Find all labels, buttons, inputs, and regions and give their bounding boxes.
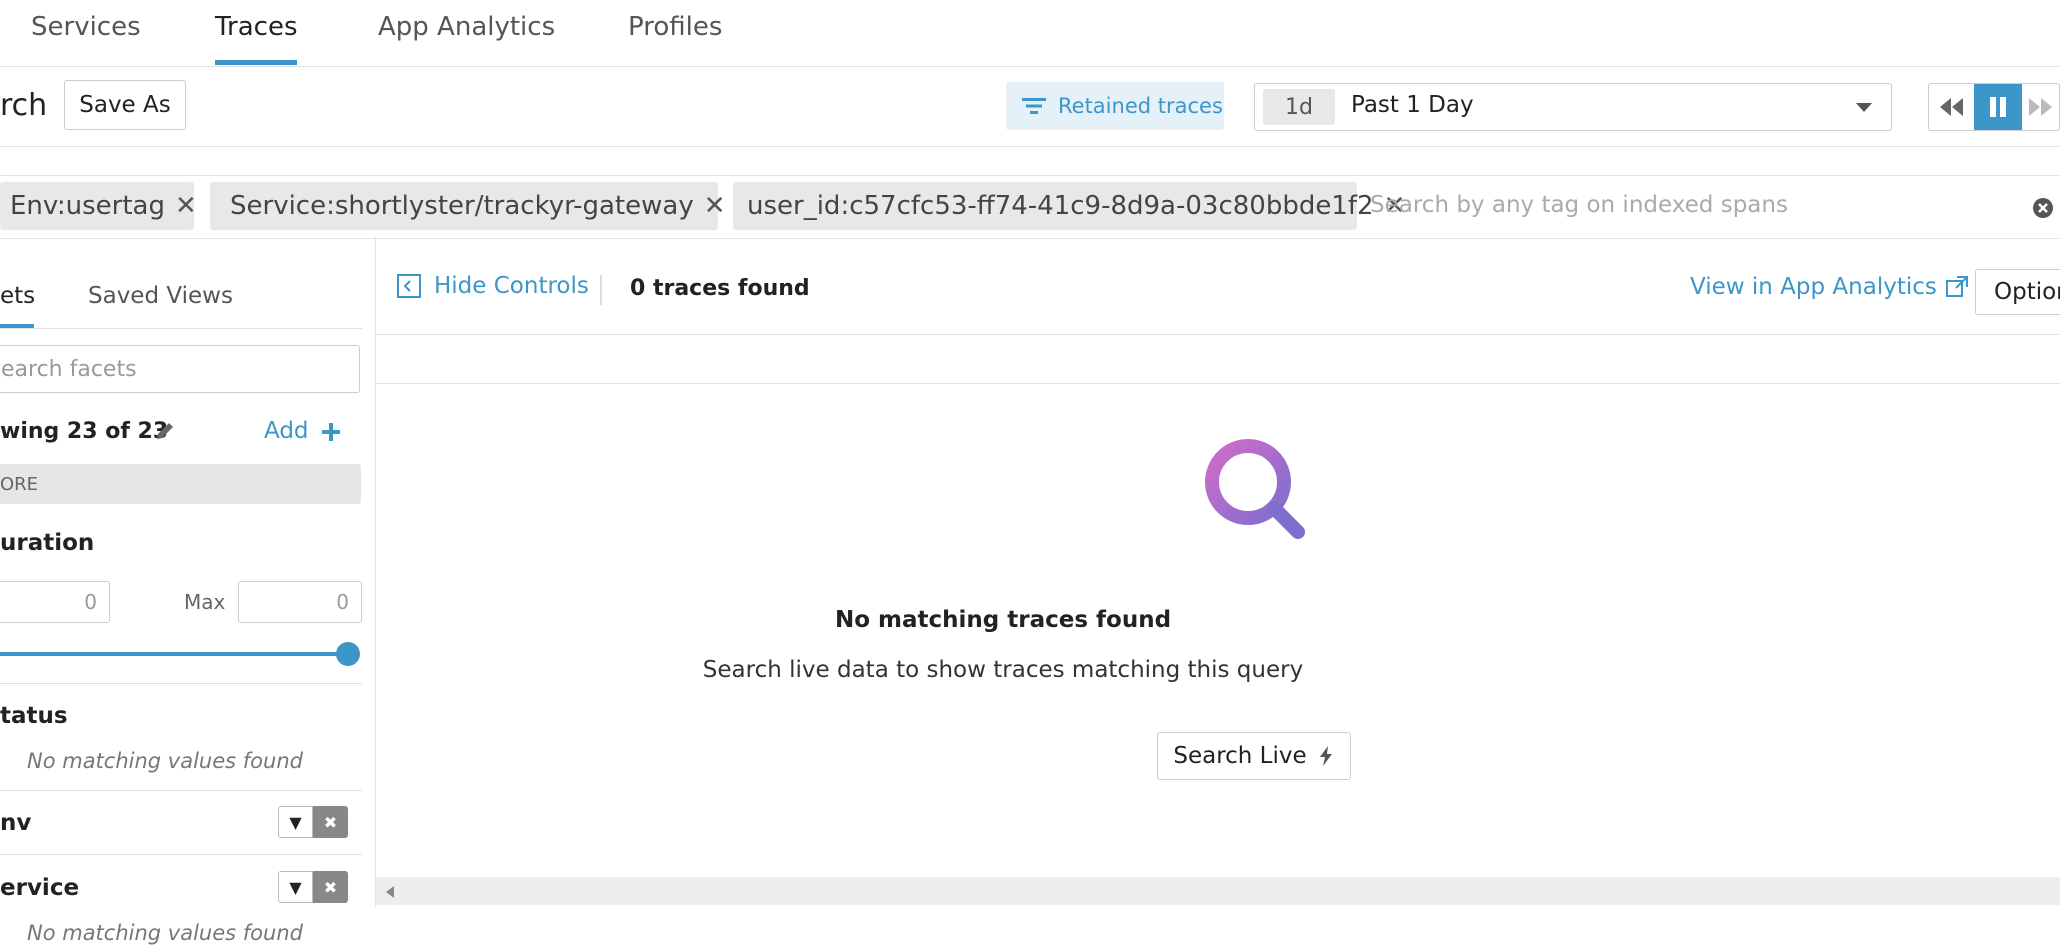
env-facet-actions: ▼ ✖	[278, 806, 348, 838]
view-in-app-analytics-label: View in App Analytics	[1690, 274, 1937, 300]
hide-controls-button[interactable]: Hide Controls	[396, 273, 589, 299]
tab-app-analytics[interactable]: App Analytics	[378, 12, 555, 42]
pause-button[interactable]	[1974, 84, 2022, 130]
duration-facet-title[interactable]: uration	[0, 530, 94, 556]
collapse-panel-icon	[397, 274, 421, 298]
search-live-label: Search Live	[1173, 743, 1307, 769]
retained-traces-button[interactable]: Retained traces	[1006, 82, 1224, 130]
filter-chip-label: user_id:c57cfc53-ff74-41c9-8d9a-03c80bbd…	[747, 191, 1374, 221]
divider	[0, 790, 362, 791]
save-as-button[interactable]: Save As	[64, 80, 186, 130]
scroll-left-icon[interactable]	[384, 885, 396, 899]
filter-icon[interactable]: ▼	[278, 806, 313, 838]
empty-state-title: No matching traces found	[834, 607, 1172, 633]
forward-button[interactable]	[2022, 84, 2059, 130]
close-icon[interactable]: ✕	[175, 191, 197, 221]
divider	[376, 334, 2060, 335]
divider	[0, 328, 362, 329]
retained-traces-label: Retained traces	[1058, 94, 1223, 118]
add-facet-button[interactable]: Add	[264, 418, 309, 444]
filter-chip-label: Env:usertag	[10, 191, 165, 221]
duration-slider-handle[interactable]	[336, 642, 360, 666]
sidebar: ets Saved Views earch facets wing 23 of …	[0, 237, 362, 945]
title-row: rch Save As Retained traces 1d Past 1 Da…	[0, 66, 2060, 147]
tab-facets[interactable]: ets	[0, 283, 35, 309]
divider	[0, 683, 362, 684]
filter-chip-user-id[interactable]: user_id:c57cfc53-ff74-41c9-8d9a-03c80bbd…	[733, 182, 1405, 230]
core-section-header[interactable]: ORE	[0, 464, 361, 504]
duration-slider-track[interactable]	[0, 652, 348, 656]
rewind-icon	[1939, 98, 1963, 116]
status-facet-title[interactable]: tatus	[0, 703, 68, 729]
filter-chip-service[interactable]: Service:shortlyster/trackyr-gateway ✕	[210, 182, 726, 230]
close-icon[interactable]: ✖	[313, 871, 348, 903]
external-link-icon	[1945, 276, 1968, 297]
view-in-app-analytics-link[interactable]: View in App Analytics	[1690, 274, 1969, 300]
pencil-icon[interactable]	[154, 420, 176, 442]
playback-controls	[1928, 83, 2060, 131]
rewind-button[interactable]	[1929, 84, 1974, 130]
service-facet-actions: ▼ ✖	[278, 871, 348, 903]
tab-saved-views[interactable]: Saved Views	[88, 283, 233, 309]
separator	[600, 275, 602, 305]
pause-icon	[1989, 97, 2006, 117]
close-icon[interactable]: ✕	[704, 191, 726, 221]
time-range-value: Past 1 Day	[1351, 92, 1474, 118]
filter-chip-label: Service:shortlyster/trackyr-gateway	[230, 191, 694, 221]
plus-icon[interactable]	[320, 421, 342, 443]
divider	[376, 383, 2060, 384]
core-label: ORE	[0, 474, 39, 495]
horizontal-scrollbar[interactable]	[376, 877, 2060, 905]
filter-chip-env[interactable]: Env:usertag ✕	[0, 182, 197, 230]
max-label: Max	[184, 590, 226, 614]
active-tab-indicator	[215, 60, 297, 65]
empty-state-subtitle: Search live data to show traces matching…	[702, 657, 1304, 683]
tab-services[interactable]: Services	[31, 12, 141, 42]
env-facet-title[interactable]: nv	[0, 810, 31, 836]
chevron-down-icon	[1856, 103, 1872, 112]
lightning-icon	[1319, 746, 1332, 766]
service-empty-text: No matching values found	[27, 921, 303, 945]
facet-search-placeholder: earch facets	[1, 357, 137, 382]
filter-lines-icon	[1022, 98, 1046, 114]
facet-search-input[interactable]: earch facets	[0, 345, 360, 393]
duration-min-input[interactable]: 0	[0, 581, 110, 623]
close-icon[interactable]: ✖	[313, 806, 348, 838]
facet-count: wing 23 of 23	[0, 419, 169, 444]
time-badge: 1d	[1263, 89, 1335, 125]
fast-forward-icon	[2029, 98, 2053, 116]
trace-count: 0 traces found	[630, 276, 810, 301]
duration-max-input[interactable]: 0	[238, 581, 362, 623]
search-live-button[interactable]: Search Live	[1157, 732, 1351, 780]
status-empty-text: No matching values found	[27, 749, 303, 773]
tab-profiles[interactable]: Profiles	[628, 12, 722, 42]
top-nav: Services Traces App Analytics Profiles	[0, 0, 2060, 67]
divider	[0, 854, 362, 855]
tab-traces[interactable]: Traces	[215, 12, 298, 42]
options-button[interactable]: Option	[1975, 269, 2060, 315]
time-range-select[interactable]: 1d Past 1 Day	[1254, 83, 1892, 131]
tag-search-input[interactable]: Search by any tag on indexed spans	[1370, 192, 1788, 218]
hide-controls-label: Hide Controls	[434, 273, 589, 299]
service-facet-title[interactable]: ervice	[0, 875, 79, 901]
page-title: rch	[0, 88, 48, 123]
filter-bar: Env:usertag ✕ Service:shortlyster/tracky…	[0, 175, 2060, 239]
clear-search-icon[interactable]	[2032, 197, 2054, 219]
search-magnifier-icon	[1205, 439, 1305, 539]
main-panel: Hide Controls 0 traces found View in App…	[375, 237, 2060, 907]
filter-icon[interactable]: ▼	[278, 871, 313, 903]
